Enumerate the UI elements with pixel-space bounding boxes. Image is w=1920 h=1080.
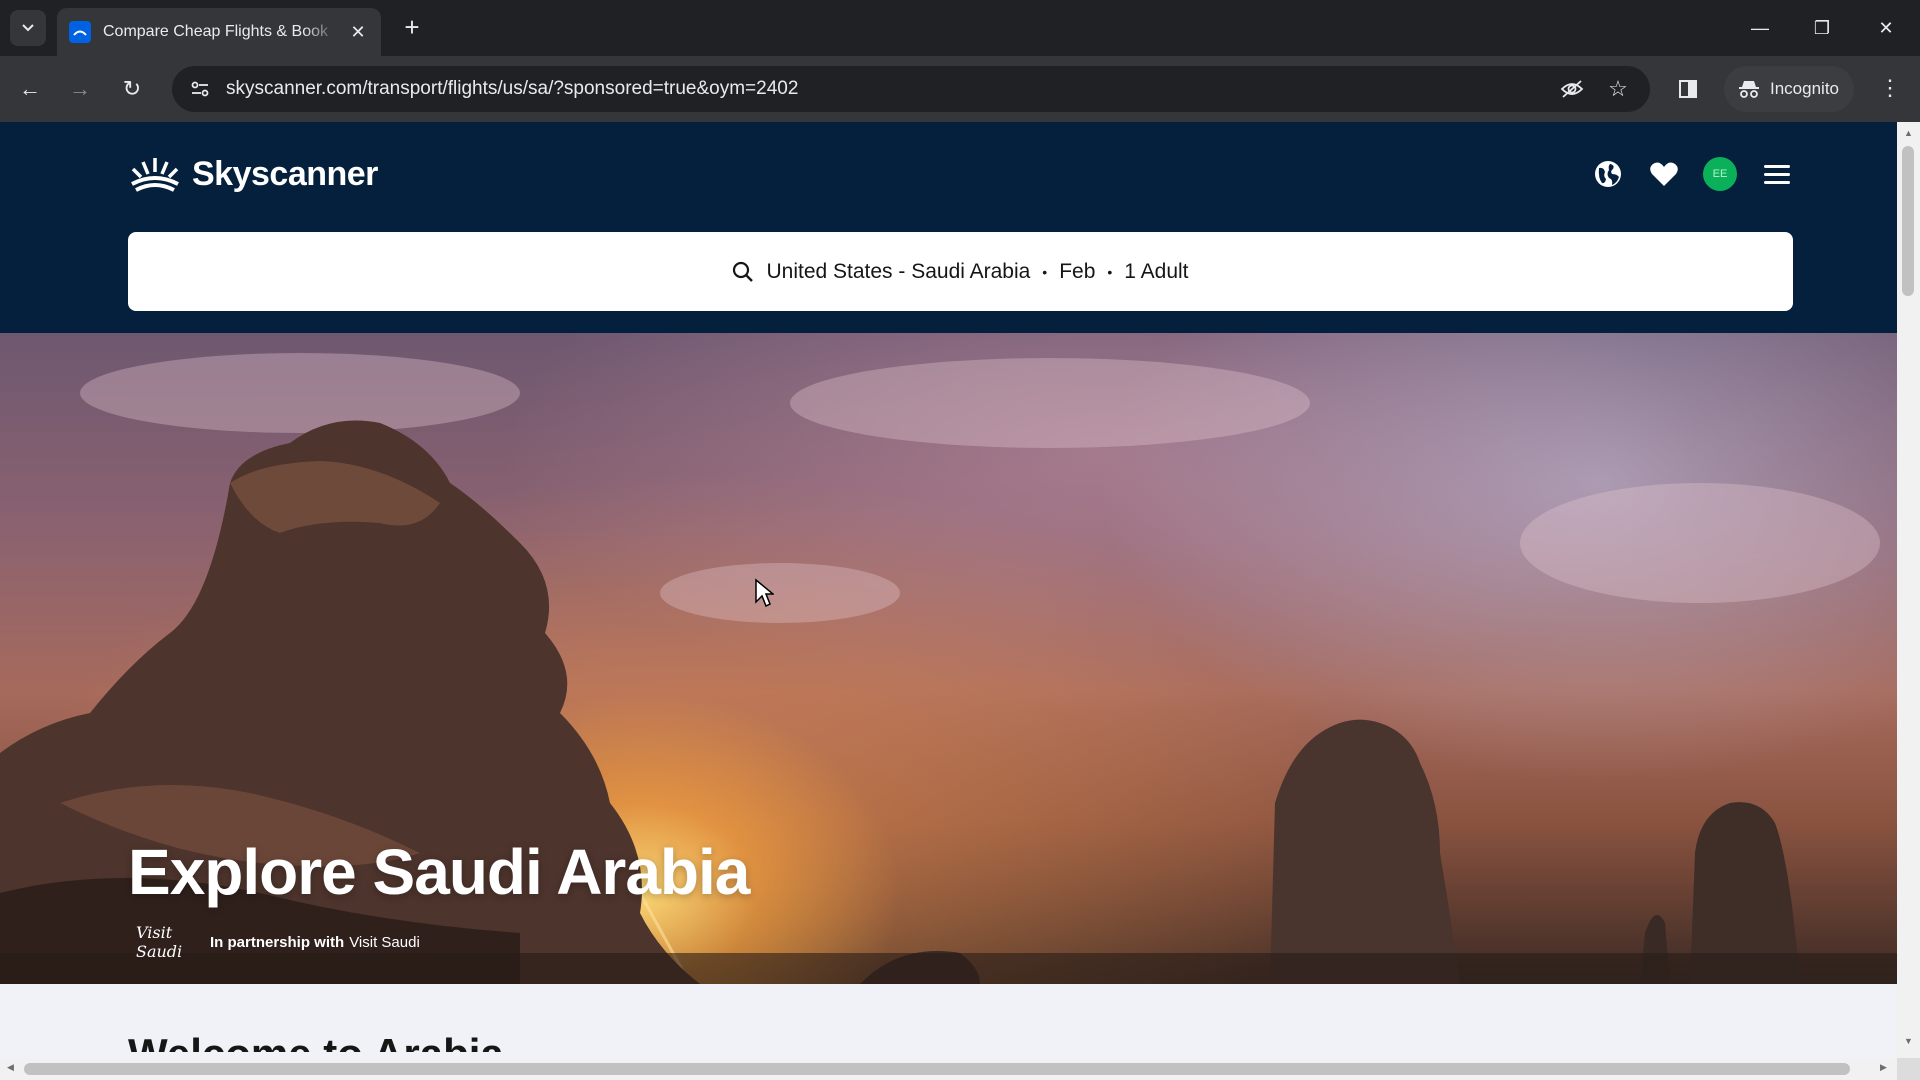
restore-icon[interactable]: ❐	[1802, 12, 1842, 44]
search-icon	[732, 261, 754, 283]
mouse-cursor-icon	[755, 578, 774, 608]
skyscanner-logo[interactable]: Skyscanner	[128, 152, 378, 196]
visit-saudi-logo: Visit Saudi	[136, 923, 183, 961]
reload-icon[interactable]: ↻	[114, 71, 150, 107]
hero-title: Explore Saudi Arabia	[128, 836, 750, 908]
heart-icon[interactable]	[1646, 156, 1682, 192]
skyscanner-favicon-icon	[69, 21, 91, 43]
scroll-up-arrow-icon[interactable]: ▲	[1897, 128, 1920, 138]
more-vert-icon[interactable]: ⋮	[1872, 70, 1908, 106]
menu-icon[interactable]	[1759, 156, 1795, 192]
close-icon[interactable]: ✕	[347, 22, 369, 43]
incognito-icon	[1739, 81, 1759, 98]
incognito-indicator[interactable]: Incognito	[1724, 66, 1854, 112]
url-text: skyscanner.com/transport/flights/us/sa/?…	[226, 78, 799, 99]
browser-tab-strip: Compare Cheap Flights & Book ✕ + — ❐ ✕	[0, 0, 1920, 56]
page-viewport: Skyscanner EE United States - Saudi Arab…	[0, 122, 1897, 1058]
search-month: Feb	[1059, 259, 1096, 283]
minimize-icon[interactable]: —	[1740, 12, 1780, 44]
partnership-credit[interactable]: Visit Saudi In partnership with Visit Sa…	[136, 923, 420, 961]
partner-prefix: In partnership with	[210, 933, 345, 951]
separator-dot: •	[1107, 263, 1113, 280]
forward-arrow-icon[interactable]: →	[62, 71, 98, 107]
scroll-down-arrow-icon[interactable]: ▼	[1897, 1036, 1920, 1046]
partner-name: Visit Saudi	[349, 933, 420, 951]
scroll-right-arrow-icon[interactable]: ▶	[1880, 1062, 1887, 1073]
tab-title: Compare Cheap Flights & Book	[103, 23, 328, 40]
tab-search-button[interactable]	[10, 10, 46, 46]
search-travellers: 1 Adult	[1124, 259, 1189, 283]
browser-tab[interactable]: Compare Cheap Flights & Book ✕	[57, 8, 381, 56]
flight-search-summary[interactable]: United States - Saudi Arabia • Feb • 1 A…	[128, 232, 1793, 311]
horizontal-scrollbar[interactable]: ◀ ▶	[0, 1058, 1897, 1080]
separator-dot: •	[1042, 263, 1048, 280]
back-arrow-icon[interactable]: ←	[12, 71, 48, 107]
hero-banner: Explore Saudi Arabia Visit Saudi In part…	[0, 333, 1897, 984]
incognito-label: Incognito	[1770, 79, 1839, 98]
globe-icon[interactable]	[1590, 156, 1626, 192]
window-close-icon[interactable]: ✕	[1866, 12, 1906, 44]
horizontal-scroll-thumb[interactable]	[24, 1063, 1850, 1075]
address-bar[interactable]: skyscanner.com/transport/flights/us/sa/?…	[172, 66, 1650, 112]
vertical-scrollbar[interactable]: ▲ ▼	[1897, 122, 1920, 1058]
vertical-scroll-thumb[interactable]	[1902, 146, 1914, 296]
avatar[interactable]: EE	[1703, 157, 1737, 191]
site-info-icon[interactable]	[180, 66, 220, 112]
star-icon[interactable]: ☆	[1604, 75, 1632, 103]
chevron-down-icon	[22, 24, 34, 32]
logo-text: Skyscanner	[192, 154, 378, 193]
site-header: Skyscanner EE United States - Saudi Arab…	[0, 122, 1897, 333]
scroll-left-arrow-icon[interactable]: ◀	[7, 1062, 14, 1073]
new-tab-button[interactable]: +	[396, 12, 428, 44]
scrollbar-corner	[1897, 1058, 1920, 1080]
sunrise-logo-icon	[131, 158, 179, 192]
browser-toolbar: ← → ↻ skyscanner.com/transport/flights/u…	[0, 56, 1920, 122]
search-route: United States - Saudi Arabia	[766, 259, 1031, 283]
eye-off-icon[interactable]	[1558, 75, 1586, 103]
side-panel-icon[interactable]	[1672, 71, 1704, 107]
